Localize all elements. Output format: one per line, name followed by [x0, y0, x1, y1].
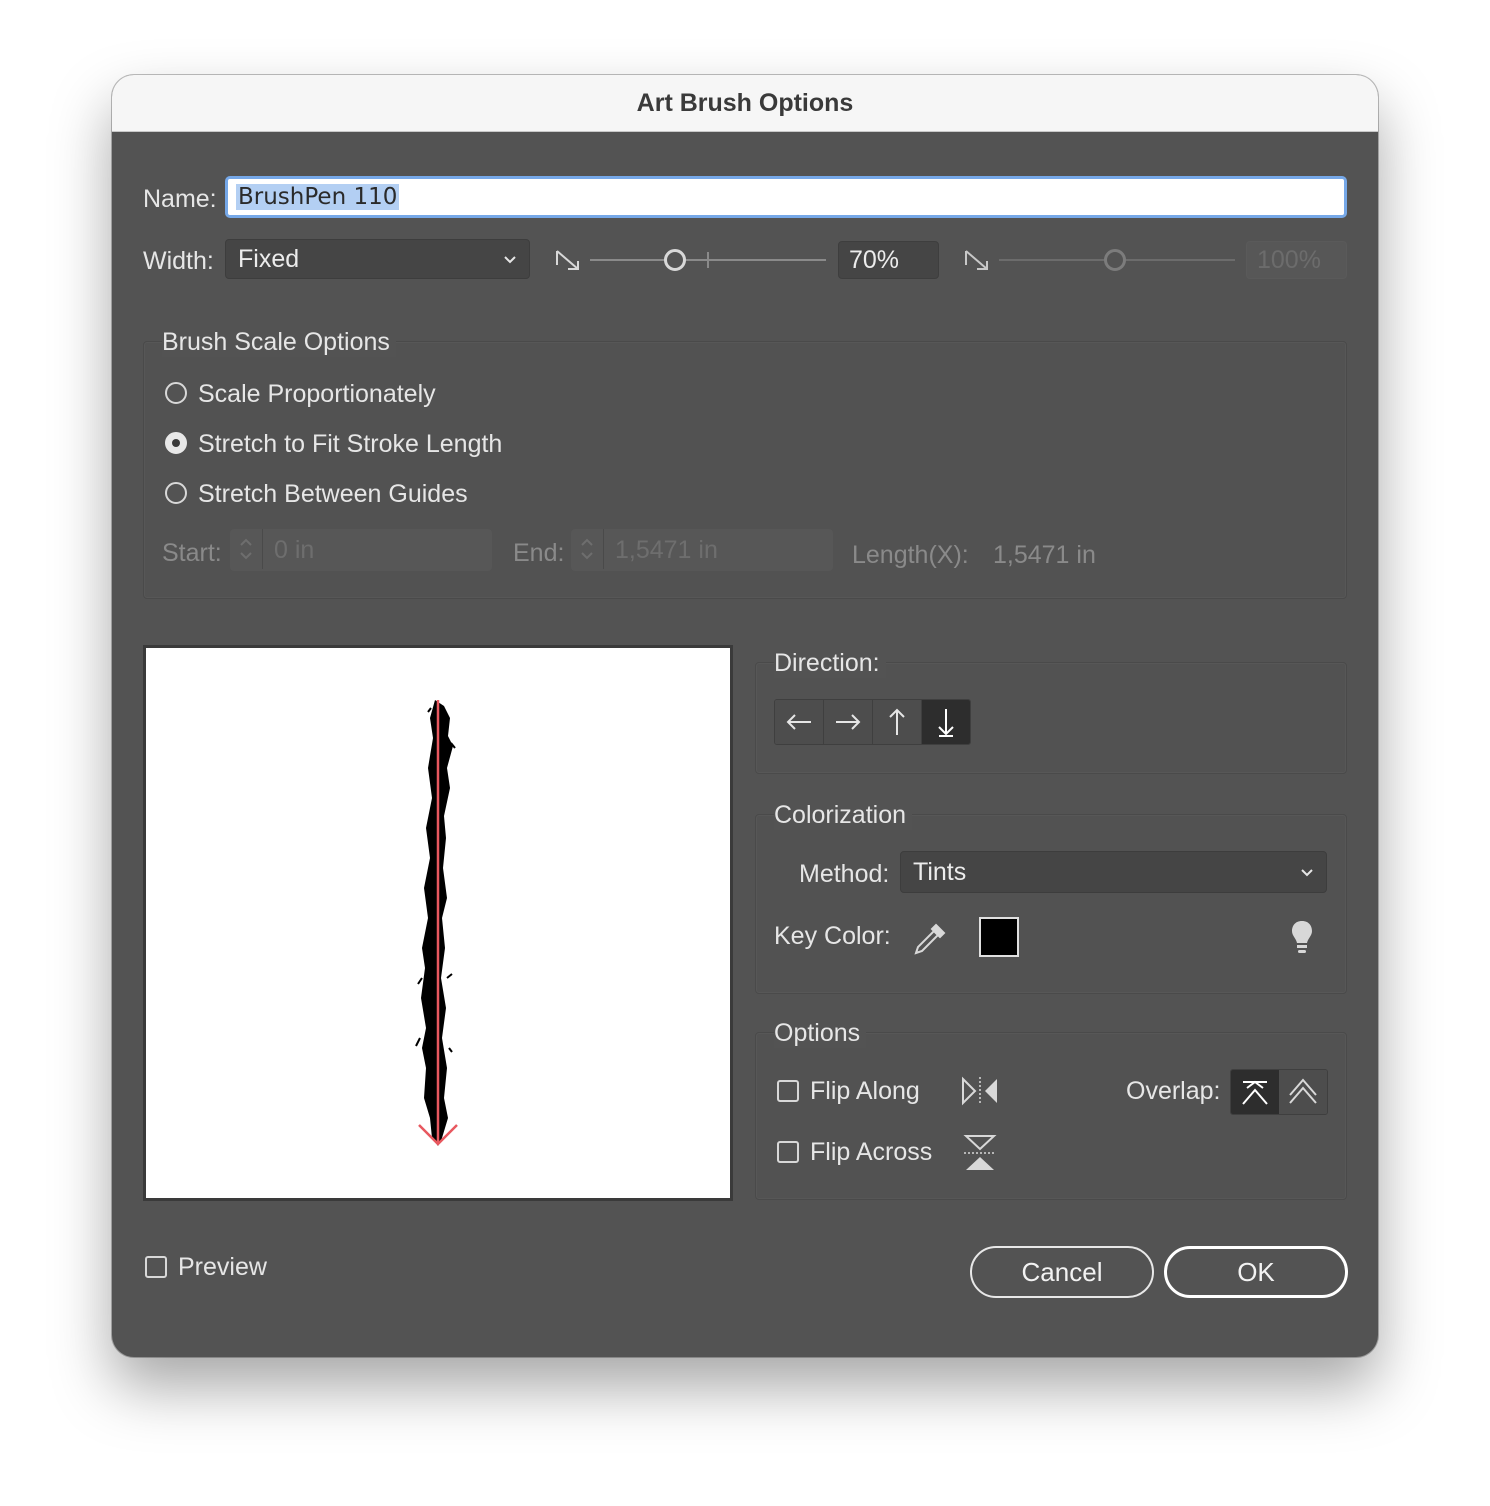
width-method-value: Fixed	[238, 244, 300, 273]
variation-percent-field: 100%	[1246, 241, 1347, 279]
dialog-title: Art Brush Options	[636, 88, 854, 117]
overlap-buttons	[1230, 1069, 1328, 1115]
brush-preview	[143, 645, 733, 1201]
stretch-to-fit-label[interactable]: Stretch to Fit Stroke Length	[198, 430, 502, 459]
arrow-left-icon	[786, 714, 811, 730]
width-slider-tick	[707, 252, 709, 268]
brush-scale-options-title: Brush Scale Options	[162, 328, 396, 357]
key-color-label: Key Color:	[774, 922, 891, 950]
colorization-method-value: Tints	[913, 857, 967, 886]
colorization-method-select[interactable]: Tints	[900, 851, 1327, 893]
preview-label[interactable]: Preview	[178, 1253, 267, 1282]
overlap-adjust-icon	[1242, 1080, 1268, 1105]
stretch-to-fit-radio[interactable]	[165, 432, 187, 454]
start-field: 0 in	[230, 529, 492, 571]
tips-lightbulb-icon[interactable]	[1290, 919, 1314, 955]
name-label: Name:	[143, 185, 217, 213]
width-percent-value: 70%	[849, 245, 900, 274]
eyedropper-icon[interactable]	[912, 919, 948, 957]
width-method-select[interactable]: Fixed	[225, 239, 530, 279]
ok-button[interactable]: OK	[1164, 1246, 1348, 1298]
flip-across-label[interactable]: Flip Across	[810, 1138, 932, 1167]
length-value: 1,5471 in	[993, 541, 1096, 569]
direction-down-button[interactable]	[922, 700, 970, 744]
scale-proportionately-label[interactable]: Scale Proportionately	[198, 380, 436, 409]
width-taper-icon	[556, 250, 579, 270]
name-input[interactable]: BrushPen 110	[225, 176, 1347, 218]
colorization-title: Colorization	[774, 801, 913, 830]
flip-across-icon	[963, 1135, 997, 1170]
flip-along-checkbox[interactable]	[777, 1080, 799, 1102]
title-bar: Art Brush Options	[112, 75, 1378, 132]
direction-right-button[interactable]	[824, 700, 873, 744]
art-brush-options-dialog: Art Brush Options Name: BrushPen 110 Wid…	[112, 75, 1378, 1357]
end-stepper	[571, 529, 604, 569]
end-label: End:	[513, 539, 565, 567]
cancel-button[interactable]: Cancel	[970, 1246, 1154, 1298]
cancel-button-label: Cancel	[1021, 1256, 1103, 1287]
scale-proportionately-radio[interactable]	[165, 382, 187, 404]
end-field: 1,5471 in	[571, 529, 833, 571]
overlap-none-icon	[1289, 1078, 1317, 1104]
key-color-swatch[interactable]	[979, 917, 1019, 957]
stretch-between-guides-label[interactable]: Stretch Between Guides	[198, 480, 468, 509]
width-label: Width:	[143, 247, 214, 275]
chevron-down-icon	[504, 256, 516, 264]
variation-percent-value: 100%	[1257, 245, 1321, 274]
ok-button-label: OK	[1237, 1256, 1275, 1287]
direction-left-button[interactable]	[775, 700, 824, 744]
width-variation-icon	[965, 250, 988, 270]
length-label: Length(X):	[852, 541, 969, 569]
arrow-right-icon	[836, 714, 861, 730]
options-group	[755, 1032, 1347, 1200]
direction-buttons	[774, 699, 971, 745]
width-slider-thumb[interactable]	[664, 249, 686, 271]
flip-across-checkbox[interactable]	[777, 1141, 799, 1163]
stepper-icon	[581, 538, 593, 560]
start-label: Start:	[162, 539, 222, 567]
overlap-adjust-button[interactable]	[1231, 1070, 1279, 1114]
colorization-group	[755, 814, 1347, 994]
preview-checkbox[interactable]	[145, 1256, 167, 1278]
start-stepper	[230, 529, 263, 569]
direction-up-button[interactable]	[873, 700, 922, 744]
name-input-value: BrushPen 110	[236, 184, 400, 210]
overlap-none-button[interactable]	[1279, 1070, 1327, 1114]
start-value: 0 in	[274, 536, 315, 564]
stepper-icon	[240, 538, 252, 560]
options-title: Options	[774, 1019, 867, 1048]
variation-slider-thumb	[1104, 249, 1126, 271]
method-label: Method:	[799, 860, 890, 888]
end-value: 1,5471 in	[615, 536, 718, 564]
flip-along-label[interactable]: Flip Along	[810, 1077, 920, 1106]
overlap-label: Overlap:	[1126, 1077, 1221, 1105]
width-percent-field[interactable]: 70%	[838, 241, 939, 279]
flip-along-icon	[962, 1076, 997, 1106]
arrow-up-icon	[889, 708, 905, 735]
arrow-down-icon	[938, 709, 954, 737]
chevron-down-icon	[1301, 869, 1313, 877]
brush-stroke-preview	[415, 700, 458, 1146]
direction-title: Direction:	[774, 649, 886, 678]
stretch-between-guides-radio[interactable]	[165, 482, 187, 504]
